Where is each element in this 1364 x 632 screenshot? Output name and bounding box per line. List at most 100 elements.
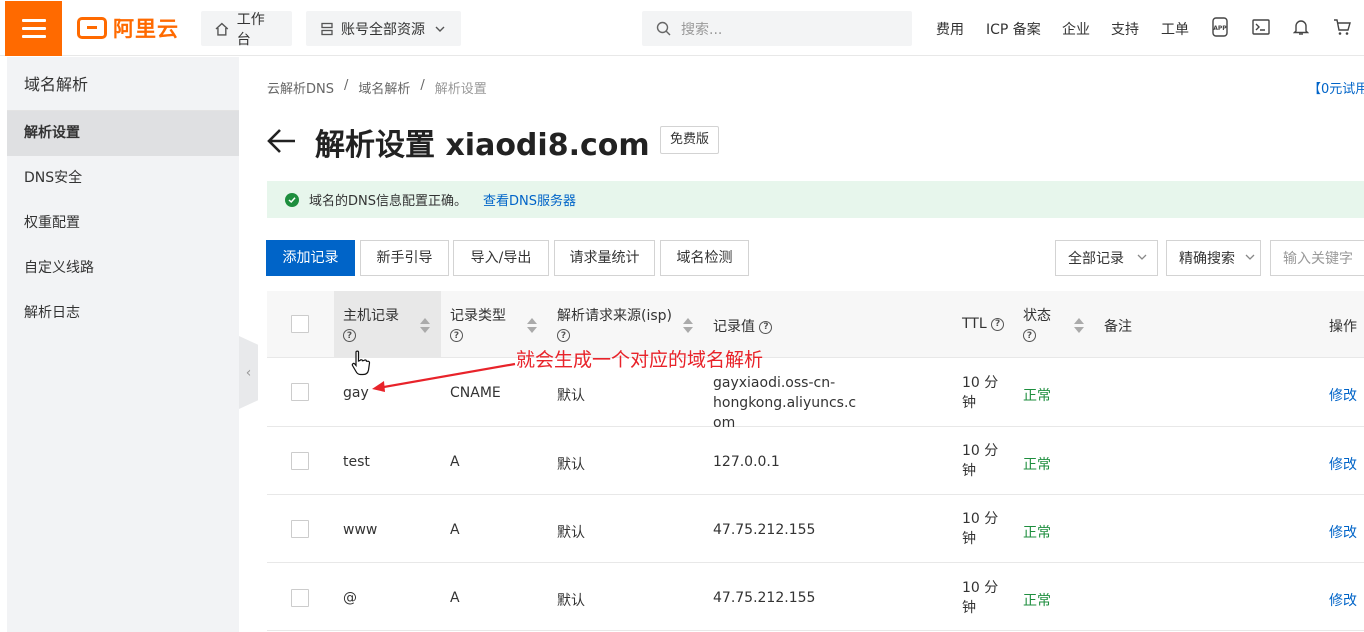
help-icon[interactable]: ? [343, 329, 356, 342]
sidebar-item-custom-line[interactable]: 自定义线路 [7, 246, 239, 291]
cell-line: 默认 [557, 457, 585, 473]
cell-ttl-line: 10 分 [962, 580, 999, 596]
bell-icon[interactable] [1290, 16, 1312, 38]
top-link-icp[interactable]: ICP 备案 [986, 19, 1041, 39]
resources-dropdown[interactable]: 账号全部资源 [306, 11, 461, 46]
sidebar-collapse-toggle[interactable]: ‹ [239, 336, 258, 409]
workbench-button[interactable]: 工作台 [201, 11, 292, 48]
search-mode-value: 精确搜索 [1179, 251, 1235, 267]
hamburger-menu-button[interactable] [5, 1, 62, 56]
cell-status: 正常 [1023, 388, 1051, 404]
edit-link[interactable]: 修改 [1329, 385, 1357, 405]
cell-ttl-line: 钟 [962, 600, 976, 616]
help-icon[interactable]: ? [557, 329, 570, 342]
home-icon [215, 22, 229, 36]
search-icon [656, 21, 671, 36]
brand-name: 阿里云 [113, 17, 179, 41]
type-header-label: 记录类型 [450, 308, 506, 324]
cell-line: 默认 [557, 525, 585, 541]
edition-badge: 免费版 [660, 126, 720, 154]
line-column-header[interactable]: 解析请求来源(isp) ? [557, 305, 672, 342]
action-column-header: 操作 [1329, 319, 1357, 335]
top-link-billing[interactable]: 费用 [936, 19, 964, 39]
sort-icon[interactable] [1074, 318, 1084, 334]
sidebar-item-dns-security[interactable]: DNS安全 [7, 156, 239, 201]
add-record-button[interactable]: 添加记录 [266, 240, 355, 276]
breadcrumb-separator: / [420, 78, 425, 93]
value-header-label: 记录值 [713, 319, 755, 335]
sidebar-item-resolve-log[interactable]: 解析日志 [7, 291, 239, 336]
sort-icon[interactable] [527, 318, 537, 334]
breadcrumb-item-dns[interactable]: 云解析DNS [267, 78, 334, 97]
cell-ttl: 10 分钟 [962, 578, 998, 618]
sort-icon[interactable] [683, 318, 693, 334]
free-trial-link[interactable]: 【0元试用 [1308, 78, 1364, 97]
row-checkbox[interactable] [291, 452, 309, 470]
cell-type: A [450, 590, 460, 606]
cell-host: test [343, 454, 370, 470]
cell-ttl-line: 10 分 [962, 443, 999, 459]
breadcrumb: 云解析DNS / 域名解析 / 解析设置 [267, 78, 487, 97]
check-circle-icon [285, 192, 299, 207]
cell-value: 47.75.212.155 [713, 590, 816, 606]
table-row [267, 563, 1364, 631]
cell-value-line: gayxiaodi.oss-cn-hongkong.aliyuncs.c [713, 375, 857, 411]
aliyun-logo-icon [77, 17, 107, 39]
ttl-header-label: TTL [962, 316, 987, 332]
beginner-guide-button[interactable]: 新手引导 [360, 240, 449, 276]
row-checkbox[interactable] [291, 589, 309, 607]
help-icon[interactable]: ? [991, 317, 1005, 331]
top-navigation-bar: 阿里云 工作台 账号全部资源 搜索... 费用 ICP 备案 企业 支持 工单 … [0, 0, 1364, 56]
cell-host: @ [343, 590, 357, 606]
keyword-input[interactable]: 输入关键字 [1270, 240, 1364, 276]
breadcrumb-item-domain-resolve[interactable]: 域名解析 [358, 78, 410, 97]
workbench-label: 工作台 [236, 11, 265, 48]
sidebar-item-resolve-settings[interactable]: 解析设置 [7, 111, 239, 156]
request-stats-button[interactable]: 请求量统计 [554, 240, 655, 276]
breadcrumb-separator: / [344, 78, 349, 93]
sidebar: 域名解析 解析设置 DNS安全 权重配置 自定义线路 解析日志 [7, 57, 239, 632]
help-icon[interactable]: ? [1023, 329, 1036, 342]
cell-type: A [450, 522, 460, 538]
remark-column-header: 备注 [1104, 319, 1132, 335]
cell-ttl: 10 分钟 [962, 509, 998, 549]
back-arrow-icon[interactable] [267, 123, 297, 159]
search-mode-select[interactable]: 精确搜索 [1166, 240, 1261, 276]
cell-ttl: 10 分钟 [962, 441, 998, 481]
domain-check-button[interactable]: 域名检测 [660, 240, 749, 276]
edit-link[interactable]: 修改 [1329, 454, 1357, 474]
cart-icon[interactable] [1331, 16, 1353, 38]
help-icon[interactable]: ? [759, 320, 773, 334]
server-icon [321, 22, 333, 35]
edit-link[interactable]: 修改 [1329, 590, 1357, 610]
top-link-ticket[interactable]: 工单 [1161, 19, 1189, 39]
cell-ttl-line: 钟 [962, 395, 976, 411]
record-filter-select[interactable]: 全部记录 [1055, 240, 1158, 276]
edit-link[interactable]: 修改 [1329, 522, 1357, 542]
sidebar-title: 域名解析 [7, 57, 239, 111]
type-column-header[interactable]: 记录类型 ? [450, 305, 506, 342]
cell-ttl-line: 10 分 [962, 511, 999, 527]
sidebar-item-weight-config[interactable]: 权重配置 [7, 201, 239, 246]
help-icon[interactable]: ? [450, 329, 463, 342]
ttl-column-header: TTL ? [962, 316, 1005, 332]
terminal-icon[interactable] [1250, 16, 1272, 38]
sort-icon[interactable] [420, 318, 430, 334]
global-search-input[interactable]: 搜索... [642, 11, 912, 46]
line-header-label: 解析请求来源(isp) [557, 308, 672, 324]
top-link-enterprise[interactable]: 企业 [1062, 19, 1090, 39]
cell-type: A [450, 454, 460, 470]
host-column-header[interactable]: 主机记录 ? [343, 305, 399, 342]
select-all-checkbox[interactable] [291, 315, 309, 333]
row-checkbox[interactable] [291, 520, 309, 538]
top-link-support[interactable]: 支持 [1111, 19, 1139, 39]
import-export-button[interactable]: 导入/导出 [453, 240, 549, 276]
status-column-header[interactable]: 状态 ? [1023, 305, 1051, 342]
cell-line: 默认 [557, 388, 585, 404]
aliyun-logo[interactable]: 阿里云 [77, 14, 179, 42]
row-checkbox[interactable] [291, 383, 309, 401]
app-icon[interactable]: APP [1209, 16, 1231, 38]
table-row [267, 427, 1364, 495]
hand-cursor-icon [351, 350, 371, 376]
view-dns-servers-link[interactable]: 查看DNS服务器 [483, 190, 576, 209]
